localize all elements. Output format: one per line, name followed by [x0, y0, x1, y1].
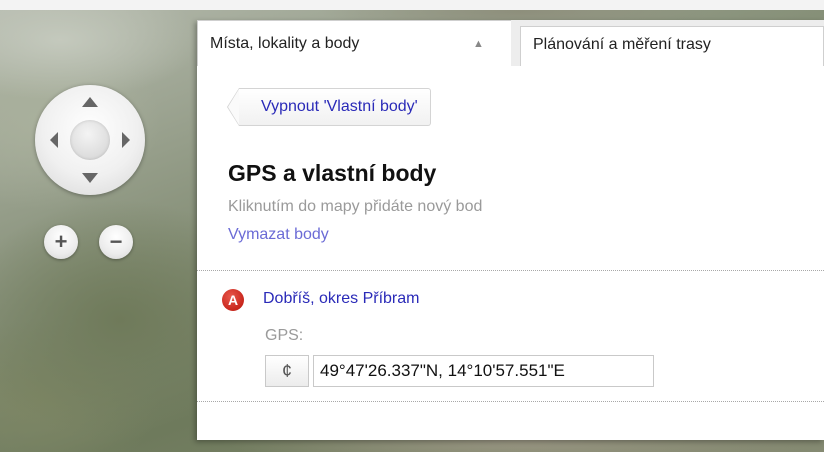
gps-format-toggle-button[interactable]: ¢ — [265, 355, 309, 387]
place-link[interactable]: Dobříš, okres Příbram — [263, 290, 419, 308]
pan-control[interactable] — [35, 85, 145, 195]
pan-right-icon[interactable] — [122, 132, 130, 148]
pan-left-icon[interactable] — [50, 132, 58, 148]
back-arrow-fill — [228, 89, 239, 125]
marker-a-icon: A — [222, 289, 244, 311]
pan-center-knob[interactable] — [70, 120, 110, 160]
tab-route-planning-label: Plánování a měření trasy — [533, 36, 711, 53]
collapse-caret-icon[interactable]: ▲ — [473, 21, 484, 67]
gps-coordinates-field[interactable] — [313, 355, 654, 387]
section-title: GPS a vlastní body — [228, 160, 437, 186]
panel-tabs: Místa, lokality a body ▲ Plánování a měř… — [197, 20, 824, 66]
tab-places-label: Místa, lokality a body — [210, 35, 360, 52]
divider — [197, 270, 824, 271]
tab-route-planning[interactable]: Plánování a měření trasy — [520, 26, 824, 66]
pan-up-icon[interactable] — [82, 97, 98, 107]
gps-label: GPS: — [265, 327, 304, 344]
pan-down-icon[interactable] — [82, 173, 98, 183]
tab-places[interactable]: Místa, lokality a body ▲ — [197, 20, 511, 66]
section-hint: Kliknutím do mapy přidáte nový bod — [228, 198, 483, 215]
side-panel: Místa, lokality a body ▲ Plánování a měř… — [197, 20, 824, 440]
clear-points-link[interactable]: Vymazat body — [228, 226, 329, 244]
zoom-out-button[interactable]: − — [99, 225, 133, 259]
disable-custom-points-button[interactable]: Vypnout 'Vlastní body' — [239, 88, 431, 126]
zoom-in-button[interactable]: + — [44, 225, 78, 259]
map-top-edge — [0, 0, 824, 10]
divider — [197, 401, 824, 402]
